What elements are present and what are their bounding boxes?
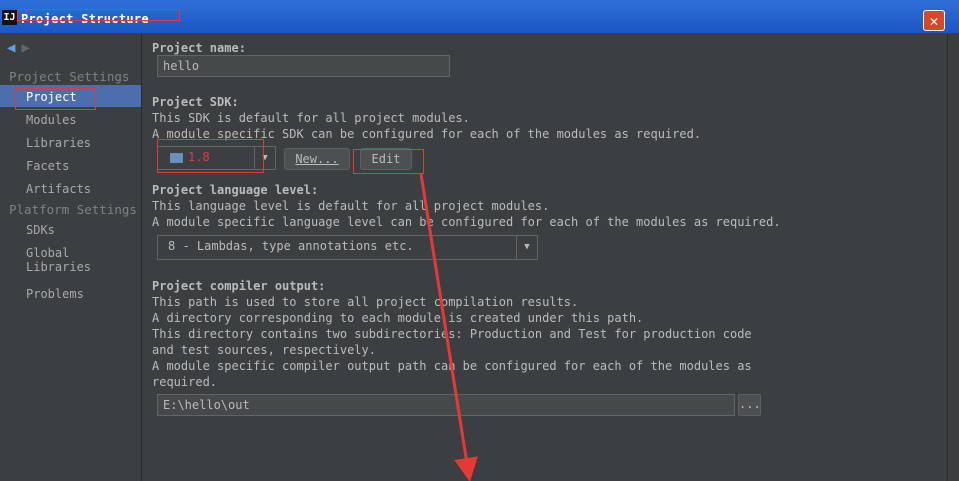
new-sdk-button[interactable]: New... — [284, 148, 350, 170]
output-description-4: and test sources, respectively. — [152, 343, 376, 357]
output-description-2: A directory corresponding to each module… — [152, 311, 644, 325]
sidebar-item-facets[interactable]: Facets — [26, 159, 69, 173]
nav-arrows: ◀ ▶ — [7, 40, 30, 56]
language-level-value: 8 - Lambdas, type annotations etc. — [168, 239, 414, 253]
close-button[interactable]: ✕ — [923, 10, 945, 31]
compiler-output-input[interactable]: E:\hello\out — [157, 394, 735, 416]
section-project-settings: Project Settings — [9, 69, 130, 84]
output-description-5: A module specific compiler output path c… — [152, 359, 752, 373]
chevron-down-icon[interactable]: ▼ — [516, 236, 537, 259]
back-arrow-icon[interactable]: ◀ — [7, 40, 15, 56]
project-name-input[interactable]: hello — [157, 55, 450, 77]
project-sdk-label: Project SDK: — [152, 95, 239, 109]
sidebar-item-libraries[interactable]: Libraries — [26, 136, 91, 150]
sdk-description-1: This SDK is default for all project modu… — [152, 111, 470, 125]
sidebar-item-artifacts[interactable]: Artifacts — [26, 182, 91, 196]
sidebar-item-sdks[interactable]: SDKs — [26, 223, 55, 237]
language-description-1: This language level is default for all p… — [152, 199, 550, 213]
sidebar-item-global-libraries[interactable]: Global Libraries — [26, 246, 141, 274]
language-level-label: Project language level: — [152, 183, 319, 197]
language-level-dropdown[interactable]: 8 - Lambdas, type annotations etc. ▼ — [157, 235, 538, 260]
project-settings-panel: Project name: hello Project SDK: This SD… — [142, 34, 947, 481]
output-description-1: This path is used to store all project c… — [152, 295, 579, 309]
intellij-icon: IJ — [2, 10, 17, 25]
project-name-label: Project name: — [152, 41, 246, 55]
language-description-2: A module specific language level can be … — [152, 215, 781, 229]
sdk-dropdown-annotation — [157, 139, 264, 173]
project-item-annotation — [15, 88, 96, 110]
scrollbar-rail[interactable] — [947, 34, 959, 481]
sidebar-item-problems[interactable]: Problems — [26, 287, 84, 301]
section-platform-settings: Platform Settings — [9, 202, 137, 217]
browse-button[interactable]: ... — [738, 394, 761, 416]
sidebar-item-modules[interactable]: Modules — [26, 113, 77, 127]
compiler-output-label: Project compiler output: — [152, 279, 326, 293]
title-highlight-annotation — [17, 9, 180, 21]
edit-button-annotation — [353, 149, 424, 174]
forward-arrow-icon[interactable]: ▶ — [21, 40, 29, 56]
output-description-6: required. — [152, 375, 218, 389]
output-description-3: This directory contains two subdirectori… — [152, 327, 752, 341]
